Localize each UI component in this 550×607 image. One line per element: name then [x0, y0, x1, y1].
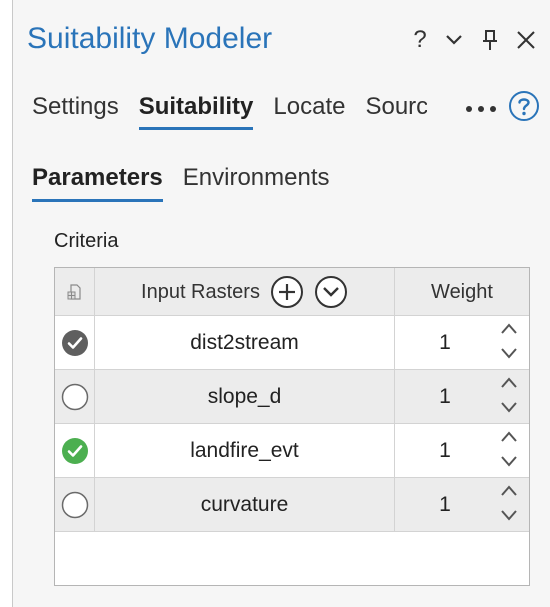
tab-environments[interactable]: Environments — [183, 160, 330, 202]
options-dropdown-button[interactable] — [438, 24, 470, 56]
raster-name: landfire_evt — [95, 424, 395, 477]
more-icon — [478, 106, 484, 112]
spin-up-icon[interactable] — [499, 374, 519, 392]
weight-value[interactable]: 1 — [395, 424, 495, 477]
weight-value[interactable]: 1 — [395, 370, 495, 423]
tab-source[interactable]: Source — [365, 90, 427, 130]
status-check-icon — [61, 383, 88, 410]
table-row[interactable]: curvature 1 — [55, 478, 529, 532]
weight-value[interactable]: 1 — [395, 478, 495, 531]
weight-cell: 1 — [395, 316, 529, 369]
more-tabs-button[interactable] — [464, 96, 498, 122]
tab-suitability[interactable]: Suitability — [138, 90, 253, 130]
tab-parameters[interactable]: Parameters — [32, 160, 163, 202]
pin-icon — [483, 30, 497, 50]
row-check-cell[interactable] — [55, 370, 95, 423]
help-circle-icon[interactable] — [508, 90, 540, 122]
table-header: Input Rasters Weight — [55, 268, 529, 316]
help-button[interactable]: ? — [404, 24, 436, 56]
spin-down-icon[interactable] — [499, 398, 519, 416]
weight-value[interactable]: 1 — [395, 316, 495, 369]
raster-name: dist2stream — [95, 316, 395, 369]
weight-header: Weight — [431, 280, 493, 303]
pin-button[interactable] — [474, 24, 506, 56]
status-check-icon — [61, 491, 88, 518]
row-check-cell[interactable] — [55, 316, 95, 369]
input-rasters-header: Input Rasters — [95, 268, 395, 316]
more-icon — [466, 106, 472, 112]
help-icon: ? — [413, 26, 427, 53]
weight-cell: 1 — [395, 478, 529, 531]
spin-down-icon[interactable] — [499, 344, 519, 362]
spin-up-icon[interactable] — [499, 428, 519, 446]
status-check-icon — [61, 329, 88, 356]
sub-tabs: Parameters Environments — [32, 160, 330, 202]
tab-settings[interactable]: Settings — [32, 90, 119, 130]
spin-down-icon[interactable] — [499, 506, 519, 524]
weight-cell: 1 — [395, 424, 529, 477]
table-row[interactable]: landfire_evt 1 — [55, 424, 529, 478]
raster-name: slope_d — [95, 370, 395, 423]
close-icon — [517, 31, 535, 49]
criteria-label: Criteria — [54, 230, 119, 252]
input-rasters-label: Input Rasters — [141, 280, 260, 303]
close-button[interactable] — [510, 24, 542, 56]
row-check-cell[interactable] — [55, 478, 95, 531]
more-icon — [490, 106, 496, 112]
spin-down-icon[interactable] — [499, 452, 519, 470]
header-select-cell[interactable] — [55, 268, 95, 316]
chevron-down-circle-icon[interactable] — [314, 275, 348, 309]
weight-cell: 1 — [395, 370, 529, 423]
tab-locate[interactable]: Locate — [273, 90, 345, 130]
main-tabs: Settings Suitability Locate Source — [32, 90, 427, 130]
criteria-table: Input Rasters Weight dist2stream 1 slope… — [54, 267, 530, 586]
spin-up-icon[interactable] — [499, 482, 519, 500]
pane-title: Suitability Modeler — [27, 22, 273, 55]
raster-name: curvature — [95, 478, 395, 531]
raster-table-icon — [67, 284, 81, 300]
add-circle-icon[interactable] — [270, 275, 304, 309]
table-row[interactable]: slope_d 1 — [55, 370, 529, 424]
spin-up-icon[interactable] — [499, 320, 519, 338]
row-check-cell[interactable] — [55, 424, 95, 477]
status-check-icon — [61, 437, 88, 464]
chevron-down-icon — [446, 35, 462, 45]
table-row[interactable]: dist2stream 1 — [55, 316, 529, 370]
